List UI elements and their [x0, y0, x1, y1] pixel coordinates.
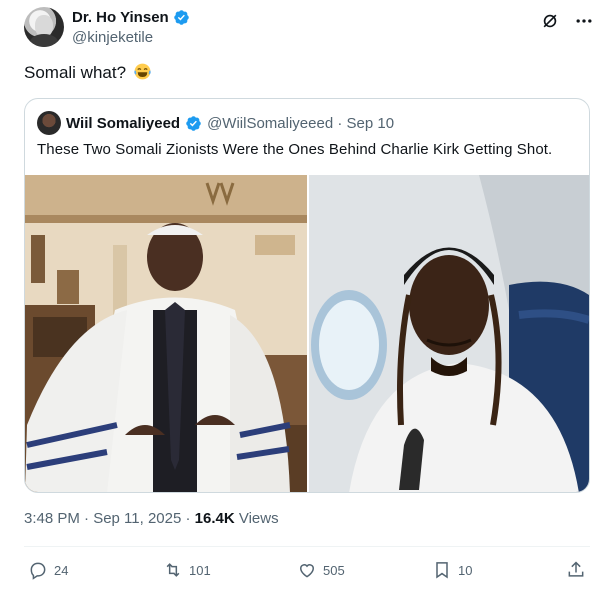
quoted-display-name: Wiil Somaliyeed [66, 114, 181, 132]
avatar[interactable] [24, 7, 64, 47]
views-count: 16.4K [194, 510, 235, 527]
like-icon [299, 564, 315, 578]
share-button[interactable] [566, 560, 586, 580]
retweet-button[interactable]: 101 [163, 560, 211, 580]
tweet-meta: 3:48 PM · Sep 11, 2025 · 16.4K Views [24, 510, 279, 527]
tweet-header: Dr. Ho Yinsen @kinjeketile [24, 7, 594, 51]
bookmark-button[interactable]: 10 [432, 560, 472, 580]
divider [24, 546, 590, 547]
quoted-media [25, 175, 589, 492]
retweet-count: 101 [189, 562, 211, 578]
reply-count: 24 [54, 562, 69, 578]
author-handle[interactable]: @kinjeketile [72, 29, 153, 46]
action-bar: 24 101 505 10 [24, 560, 594, 586]
verified-icon [173, 10, 189, 25]
timestamp[interactable]: 3:48 PM · Sep 11, 2025 · [24, 510, 195, 527]
verified-icon [186, 115, 201, 131]
reply-button[interactable]: 24 [28, 560, 68, 580]
laughing-emoji-icon [134, 63, 151, 80]
grok-icon[interactable] [540, 11, 560, 31]
photo-right[interactable] [309, 175, 589, 492]
tweet: Dr. Ho Yinsen @kinjeketile Somali what? [0, 0, 611, 598]
tweet-text: Somali what? [24, 62, 152, 84]
views-label: Views [234, 510, 279, 527]
bookmark-count: 10 [458, 562, 473, 578]
more-icon[interactable] [574, 11, 594, 31]
author-display-name[interactable]: Dr. Ho Yinsen [72, 9, 169, 26]
quoted-tweet[interactable]: Wiil Somaliyeed @WiilSomaliyeeed · Sep 1… [24, 98, 590, 493]
quoted-text: These Two Somali Zionists Were the Ones … [37, 141, 553, 158]
photo-left[interactable] [25, 175, 307, 492]
like-count: 505 [323, 562, 345, 578]
retweet-icon [166, 563, 180, 577]
quoted-avatar [37, 111, 61, 135]
quoted-handle-date: @WiilSomaliyeeed · Sep 10 [207, 114, 395, 132]
tweet-text-content: Somali what? [24, 63, 127, 82]
quoted-header: Wiil Somaliyeed @WiilSomaliyeeed · Sep 1… [37, 111, 394, 135]
share-icon [568, 561, 584, 577]
bookmark-icon [436, 562, 448, 579]
like-button[interactable]: 505 [297, 560, 345, 580]
top-actions [540, 11, 594, 31]
name-row: Dr. Ho Yinsen [72, 9, 190, 26]
reply-icon [30, 562, 46, 580]
